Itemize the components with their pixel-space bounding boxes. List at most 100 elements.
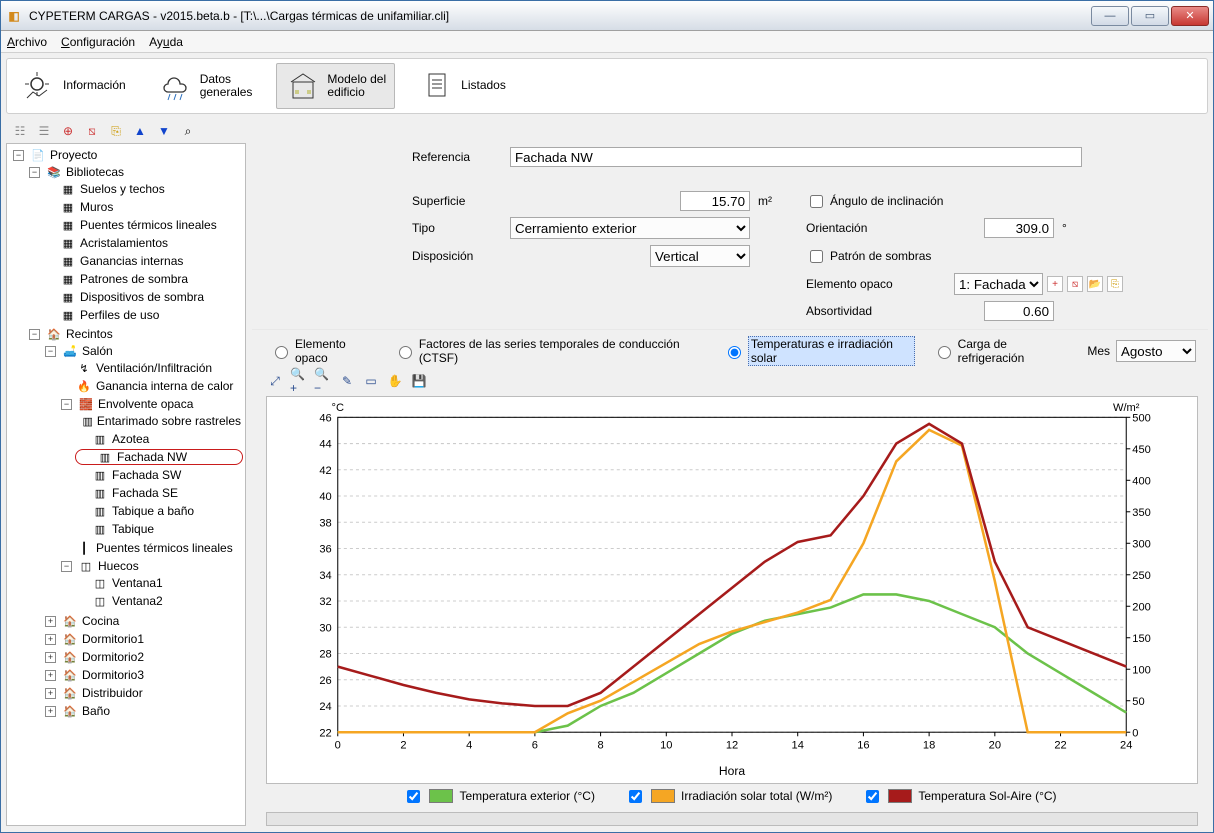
tree-item[interactable]: ▥Fachada SW bbox=[75, 467, 243, 483]
tree-item[interactable]: +🏠Cocina bbox=[43, 613, 243, 629]
orient-input[interactable] bbox=[984, 218, 1054, 238]
svg-text:12: 12 bbox=[726, 739, 738, 751]
radio-carga[interactable]: Carga de refrigeración bbox=[933, 337, 1070, 365]
elop-open-icon[interactable]: 📂 bbox=[1087, 276, 1103, 292]
tree-bibliotecas[interactable]: Bibliotecas bbox=[66, 165, 124, 179]
radio-elemento[interactable]: Elemento opaco bbox=[270, 337, 376, 365]
measure-icon[interactable]: ✎ bbox=[338, 372, 356, 390]
svg-text:14: 14 bbox=[792, 739, 804, 751]
patron-label: Patrón de sombras bbox=[830, 249, 931, 263]
svg-text:36: 36 bbox=[319, 544, 331, 556]
tipo-select[interactable]: Cerramiento exterior bbox=[510, 217, 750, 239]
tree-item[interactable]: ◫Ventana1 bbox=[75, 575, 243, 591]
tree-item[interactable]: ▥Fachada NW bbox=[75, 449, 243, 465]
zoom-out-icon[interactable]: 🔍− bbox=[314, 372, 332, 390]
tree-item[interactable]: ▦Puentes térmicos lineales bbox=[43, 217, 243, 233]
svg-text:22: 22 bbox=[319, 727, 331, 739]
svg-text:Hora: Hora bbox=[719, 764, 745, 778]
abs-input[interactable] bbox=[984, 301, 1054, 321]
up-arrow-icon[interactable]: ▲ bbox=[131, 122, 149, 140]
legend-cb-3[interactable] bbox=[866, 790, 879, 803]
svg-text:26: 26 bbox=[319, 675, 331, 687]
svg-text:34: 34 bbox=[319, 570, 331, 582]
tree-item[interactable]: ▥Azotea bbox=[75, 431, 243, 447]
tab-informacion[interactable]: Información bbox=[13, 64, 134, 108]
svg-text:46: 46 bbox=[319, 412, 331, 424]
svg-text:0: 0 bbox=[335, 739, 341, 751]
svg-text:150: 150 bbox=[1132, 633, 1151, 645]
tab-modelo[interactable]: Modelo del edificio bbox=[276, 63, 395, 109]
ref-input[interactable] bbox=[510, 147, 1082, 167]
elop-copy-icon[interactable]: ⎘ bbox=[1107, 276, 1123, 292]
elop-del-icon[interactable]: ⧅ bbox=[1067, 276, 1083, 292]
tree-item[interactable]: ◫Ventana2 bbox=[75, 593, 243, 609]
tree-item[interactable]: +🏠Distribuidor bbox=[43, 685, 243, 701]
tree-ptl[interactable]: Puentes térmicos lineales bbox=[96, 541, 233, 555]
tree-item[interactable]: +🏠Dormitorio2 bbox=[43, 649, 243, 665]
tree-item[interactable]: 🔥Ganancia interna de calor bbox=[59, 378, 243, 394]
tree-envolvente[interactable]: Envolvente opaca bbox=[98, 397, 193, 411]
weather-icon bbox=[158, 68, 194, 104]
tree-item[interactable]: ▦Perfiles de uso bbox=[43, 307, 243, 323]
tree-huecos[interactable]: Huecos bbox=[98, 559, 139, 573]
copy-icon[interactable]: ⎘ bbox=[107, 122, 125, 140]
svg-text:450: 450 bbox=[1132, 444, 1151, 456]
svg-text:8: 8 bbox=[598, 739, 604, 751]
tool-icon-2[interactable]: ☰ bbox=[35, 122, 53, 140]
zoom-window-icon[interactable]: ▭ bbox=[362, 372, 380, 390]
tree-item[interactable]: ▦Dispositivos de sombra bbox=[43, 289, 243, 305]
tree-item[interactable]: ▥Tabique bbox=[75, 521, 243, 537]
patron-checkbox[interactable] bbox=[810, 250, 823, 263]
tree-root[interactable]: Proyecto bbox=[50, 148, 97, 162]
export-icon[interactable]: 💾 bbox=[410, 372, 428, 390]
tree-item[interactable]: +🏠Dormitorio1 bbox=[43, 631, 243, 647]
down-arrow-icon[interactable]: ▼ bbox=[155, 122, 173, 140]
angulo-checkbox[interactable] bbox=[810, 195, 823, 208]
search-icon[interactable]: ⌕ bbox=[179, 122, 197, 140]
zoom-in-icon[interactable]: 🔍+ bbox=[290, 372, 308, 390]
radio-ctsf[interactable]: Factores de las series temporales de con… bbox=[394, 337, 705, 365]
tree-item[interactable]: +🏠Dormitorio3 bbox=[43, 667, 243, 683]
delete-icon[interactable]: ⧅ bbox=[83, 122, 101, 140]
tree-item[interactable]: ▦Ganancias internas bbox=[43, 253, 243, 269]
menu-configuracion[interactable]: Configuración bbox=[61, 35, 135, 49]
sup-unit: m² bbox=[758, 194, 798, 208]
ref-label: Referencia bbox=[412, 150, 502, 164]
project-tree[interactable]: −📄Proyecto −📚Bibliotecas ▦Suelos y techo… bbox=[6, 143, 246, 826]
tab-listados[interactable]: Listados bbox=[411, 64, 514, 108]
radio-temperaturas[interactable]: Temperaturas e irradiación solar bbox=[723, 336, 915, 366]
tree-item[interactable]: ▦Patrones de sombra bbox=[43, 271, 243, 287]
tool-icon-1[interactable]: ☷ bbox=[11, 122, 29, 140]
tree-item[interactable]: ▦Suelos y techos bbox=[43, 181, 243, 197]
menu-ayuda[interactable]: Ayuda bbox=[149, 35, 183, 49]
tree-item[interactable]: ▥Fachada SE bbox=[75, 485, 243, 501]
tree-item[interactable]: ↯Ventilación/Infiltración bbox=[59, 360, 243, 376]
tree-item[interactable]: ▥Entarimado sobre rastreles bbox=[75, 413, 243, 429]
sup-input[interactable] bbox=[680, 191, 750, 211]
svg-text:44: 44 bbox=[319, 439, 331, 451]
tree-salon[interactable]: Salón bbox=[82, 344, 113, 358]
legend-swatch-1 bbox=[429, 789, 453, 803]
close-button[interactable]: ✕ bbox=[1171, 6, 1209, 26]
tree-item[interactable]: +🏠Baño bbox=[43, 703, 243, 719]
legend-cb-2[interactable] bbox=[629, 790, 642, 803]
maximize-button[interactable]: ▭ bbox=[1131, 6, 1169, 26]
elop-add-icon[interactable]: + bbox=[1047, 276, 1063, 292]
abs-label: Absortividad bbox=[806, 304, 946, 318]
pan-icon[interactable]: ✋ bbox=[386, 372, 404, 390]
elop-select[interactable]: 1: Fachada bbox=[954, 273, 1043, 295]
minimize-button[interactable]: — bbox=[1091, 6, 1129, 26]
tree-item[interactable]: ▥Tabique a baño bbox=[75, 503, 243, 519]
svg-text:250: 250 bbox=[1132, 570, 1151, 582]
mes-select[interactable]: Agosto bbox=[1116, 340, 1196, 362]
horizontal-scrollbar[interactable] bbox=[266, 812, 1198, 826]
legend-cb-1[interactable] bbox=[407, 790, 420, 803]
add-icon[interactable]: ⊕ bbox=[59, 122, 77, 140]
tree-item[interactable]: ▦Acristalamientos bbox=[43, 235, 243, 251]
zoom-fit-icon[interactable]: ⤢ bbox=[266, 372, 284, 390]
tree-recintos[interactable]: Recintos bbox=[66, 327, 113, 341]
tab-datos[interactable]: Datos generales bbox=[150, 64, 261, 108]
tree-item[interactable]: ▦Muros bbox=[43, 199, 243, 215]
disp-select[interactable]: Vertical bbox=[650, 245, 750, 267]
menu-archivo[interactable]: Archivo bbox=[7, 35, 47, 49]
